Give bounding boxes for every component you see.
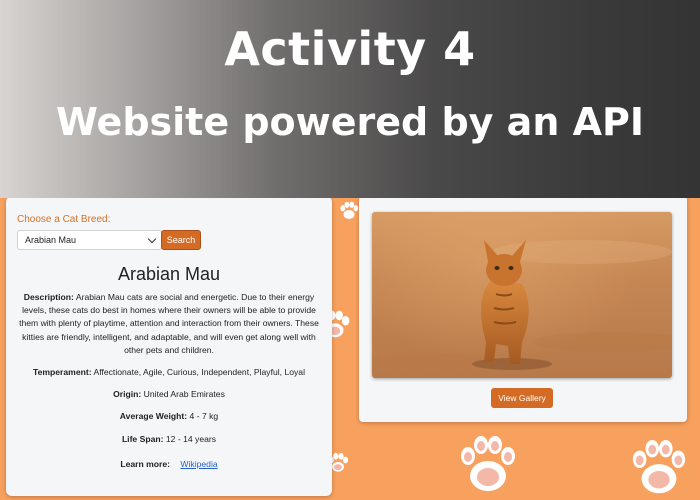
lifespan-label: Life Span: bbox=[121, 434, 164, 444]
breed-description: Description: Arabian Mau cats are social… bbox=[17, 291, 321, 357]
temperament-label: Temperament: bbox=[33, 367, 92, 377]
learn-more-row: Learn more: Wikipedia bbox=[6, 459, 332, 469]
description-label: Description: bbox=[23, 292, 74, 302]
origin-value: United Arab Emirates bbox=[143, 389, 225, 399]
weight-value: 4 - 7 kg bbox=[189, 411, 219, 421]
breed-info-card: Choose a Cat Breed: Arabian Mau Search A… bbox=[6, 196, 332, 496]
breed-title: Arabian Mau bbox=[117, 264, 221, 284]
temperament-value: Affectionate, Agile, Curious, Independen… bbox=[93, 367, 305, 377]
breed-select-label: Choose a Cat Breed: bbox=[17, 214, 111, 225]
lifespan-value: 12 - 14 years bbox=[165, 434, 217, 444]
chevron-down-icon bbox=[147, 234, 157, 244]
paw-print-icon bbox=[338, 200, 360, 222]
wikipedia-link[interactable]: Wikipedia bbox=[180, 459, 217, 469]
breed-select[interactable]: Arabian Mau bbox=[17, 230, 162, 250]
weight-label: Average Weight: bbox=[119, 411, 188, 421]
paw-print-icon bbox=[456, 434, 520, 498]
origin-row: Origin: United Arab Emirates bbox=[6, 389, 332, 399]
breed-select-value: Arabian Mau bbox=[25, 235, 77, 245]
weight-row: Average Weight: 4 - 7 kg bbox=[6, 411, 332, 421]
learn-more-label: Learn more: bbox=[120, 459, 170, 469]
view-gallery-button[interactable]: View Gallery bbox=[491, 388, 553, 408]
lifespan-row: Life Span: 12 - 14 years bbox=[6, 434, 332, 444]
banner-title: Activity 4 bbox=[224, 22, 476, 76]
banner-subtitle: Website powered by an API bbox=[56, 100, 644, 144]
paw-print-icon bbox=[628, 438, 690, 500]
search-button[interactable]: Search bbox=[161, 230, 201, 250]
temperament-row: Temperament: Affectionate, Agile, Curiou… bbox=[6, 367, 332, 377]
header-banner: Activity 4 Website powered by an API bbox=[0, 0, 700, 198]
cat-image-card: View Gallery bbox=[359, 196, 687, 422]
origin-label: Origin: bbox=[113, 389, 142, 399]
cat-photo bbox=[372, 212, 672, 378]
